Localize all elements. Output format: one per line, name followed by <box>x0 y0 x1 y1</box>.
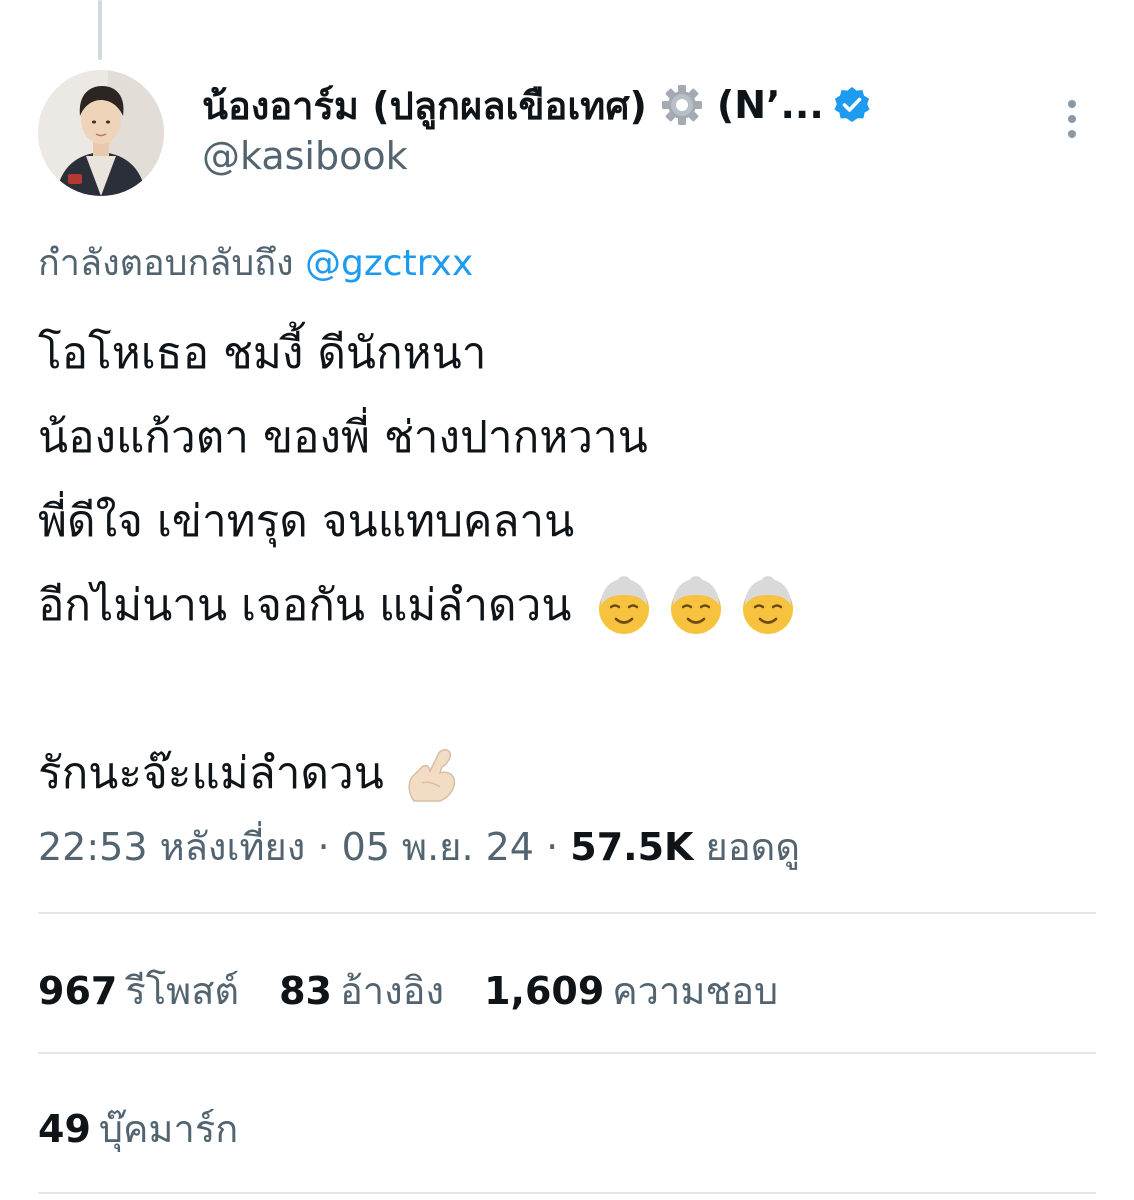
bookmarks-stat[interactable]: 49 บุ๊คมาร์ก <box>38 1098 238 1159</box>
divider <box>38 1192 1096 1194</box>
avatar[interactable] <box>38 70 164 196</box>
reply-prefix: กำลังตอบกลับถึง <box>38 243 294 284</box>
quotes-count: 83 <box>279 969 332 1013</box>
tweet-text: โอโหเธอ ชมงี้ ดีนักหนา น้องแก้วตา ของพี่… <box>38 312 1098 816</box>
likes-label: ความชอบ <box>612 969 779 1013</box>
tweet-line-text: อีกไม่นาน เจอกัน แม่ลำดวน <box>38 580 572 631</box>
finger-heart-hand-icon <box>400 743 462 805</box>
author-name-row[interactable]: น้องอาร์ม (ปลูกผลเขือเทศ) (N’... <box>202 80 872 130</box>
retweets-stat[interactable]: 967 รีโพสต์ <box>38 960 239 1021</box>
tweet-time[interactable]: 22:53 หลังเที่ยง <box>38 825 305 869</box>
bookmarks-label: บุ๊คมาร์ก <box>98 1107 239 1151</box>
tweet-line: โอโหเธอ ชมงี้ ดีนักหนา <box>38 312 1098 396</box>
likes-stat[interactable]: 1,609 ความชอบ <box>484 960 778 1021</box>
quotes-label: อ้างอิง <box>339 969 445 1013</box>
tweet-line: น้องแก้วตา ของพี่ ช่างปากหวาน <box>38 396 1098 480</box>
retweets-count: 967 <box>38 969 118 1013</box>
avatar-image <box>38 70 164 196</box>
tweet-line: พี่ดีใจ เข่าทรุด จนแทบคลาน <box>38 480 1098 564</box>
old-woman-emoji-icon <box>739 575 797 637</box>
gear-icon <box>659 82 705 128</box>
reply-context: กำลังตอบกลับถึง @gzctrxx <box>38 234 473 291</box>
old-woman-emoji-icon <box>667 575 725 637</box>
tweet-line-text: พี่ดีใจ เข่าทรุด จนแทบคลาน <box>38 496 575 547</box>
tweet-metadata: 22:53 หลังเที่ยง · 05 พ.ย. 24 · 57.5K ยอ… <box>38 816 800 877</box>
bookmarks-count: 49 <box>38 1107 91 1151</box>
tweet-date[interactable]: 05 พ.ย. 24 <box>342 825 534 869</box>
meta-separator: · <box>546 825 559 869</box>
author-display-name[interactable]: น้องอาร์ม (ปลูกผลเขือเทศ) <box>202 75 647 136</box>
more-options-button[interactable] <box>1052 96 1092 144</box>
thread-connector-line <box>98 0 102 60</box>
views-count: 57.5K <box>570 825 694 869</box>
tweet-line: อีกไม่นาน เจอกัน แม่ลำดวน <box>38 564 1098 648</box>
tweet-line: รักนะจ๊ะแม่ลำดวน <box>38 732 1098 816</box>
engagement-stats: 967 รีโพสต์ 83 อ้างอิง 1,609 ความชอบ <box>38 960 818 1021</box>
likes-count: 1,609 <box>484 969 605 1013</box>
tweet-line-text: น้องแก้วตา ของพี่ ช่างปากหวาน <box>38 412 648 463</box>
verified-badge-icon[interactable] <box>832 85 872 125</box>
quotes-stat[interactable]: 83 อ้างอิง <box>279 960 444 1021</box>
views-label: ยอดดู <box>705 825 800 869</box>
author-handle[interactable]: @kasibook <box>202 134 408 178</box>
meta-separator: · <box>317 825 330 869</box>
old-woman-emoji-icon <box>595 575 653 637</box>
divider <box>38 1052 1096 1054</box>
author-name-suffix[interactable]: (N’... <box>717 83 824 127</box>
reply-mention-link[interactable]: @gzctrxx <box>305 243 473 284</box>
tweet-line-text: โอโหเธอ ชมงี้ ดีนักหนา <box>38 328 487 379</box>
retweets-label: รีโพสต์ <box>125 969 240 1013</box>
more-vertical-icon <box>1068 100 1076 138</box>
divider <box>38 912 1096 914</box>
tweet-line-text: รักนะจ๊ะแม่ลำดวน <box>38 748 384 799</box>
